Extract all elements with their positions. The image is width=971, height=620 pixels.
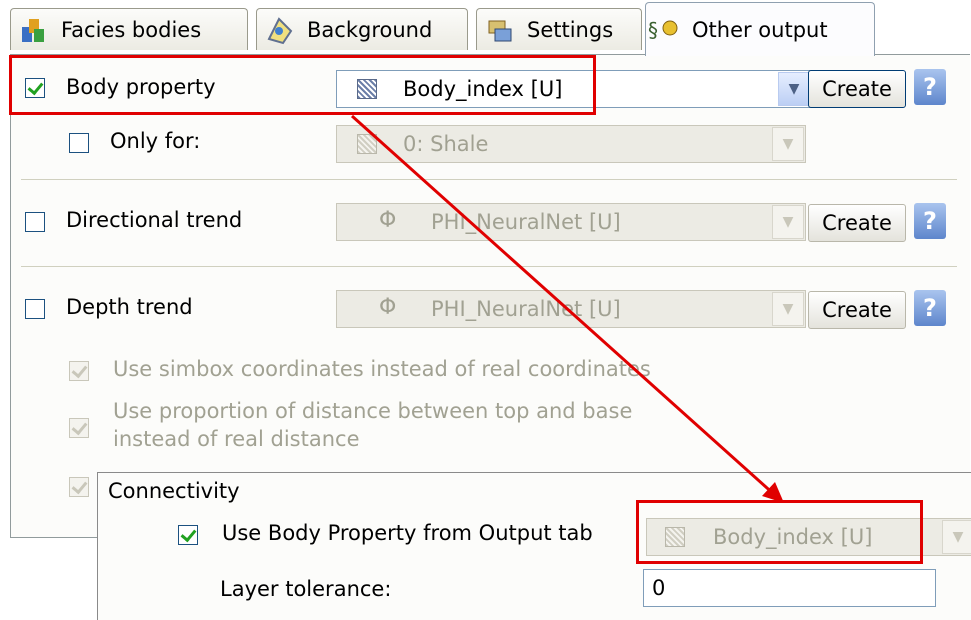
facies-code-icon xyxy=(357,134,377,154)
tab-label: Background xyxy=(307,17,433,42)
depth-trend-label: Depth trend xyxy=(66,295,193,319)
connectivity-body-highlight xyxy=(636,500,923,564)
tab-label: Other output xyxy=(692,17,828,42)
body-property-create-button[interactable]: Create xyxy=(808,70,906,108)
depth-trend-value: PHI_NeuralNet [U] xyxy=(431,297,621,321)
other-output-panel: Body property Body_index [U] ▼ Create ? … xyxy=(10,54,970,538)
directional-trend-checkbox[interactable] xyxy=(25,212,45,232)
simbox-coordinates-label: Use simbox coordinates instead of real c… xyxy=(113,357,651,381)
layer-tolerance-input[interactable]: 0 xyxy=(643,569,936,607)
divider xyxy=(21,266,957,267)
directional-trend-label: Directional trend xyxy=(66,208,243,232)
settings-icon xyxy=(485,15,515,45)
simbox-coordinates-checkbox[interactable] xyxy=(69,361,89,381)
tab-settings[interactable]: Settings xyxy=(476,8,642,50)
proportion-distance-checkbox[interactable] xyxy=(69,418,89,438)
svg-text:§: § xyxy=(648,18,658,42)
only-for-select[interactable]: 0: Shale ▼ xyxy=(336,125,806,163)
help-icon[interactable]: ? xyxy=(914,69,946,105)
option-checkbox[interactable] xyxy=(69,477,89,497)
depth-trend-select[interactable]: Φ PHI_NeuralNet [U] ▼ xyxy=(336,290,806,328)
chevron-down-icon[interactable]: ▼ xyxy=(772,292,804,326)
use-body-property-checkbox[interactable] xyxy=(178,525,198,545)
proportion-distance-label-line2: instead of real distance xyxy=(113,427,360,451)
directional-trend-value: PHI_NeuralNet [U] xyxy=(431,210,621,234)
tab-label: Facies bodies xyxy=(61,17,202,42)
tab-other-output[interactable]: § Other output xyxy=(645,2,875,56)
tab-facies-bodies[interactable]: Facies bodies xyxy=(10,8,248,50)
proportion-distance-label-line1: Use proportion of distance between top a… xyxy=(113,399,633,423)
help-icon[interactable]: ? xyxy=(914,290,946,326)
continuous-property-icon: Φ xyxy=(379,295,397,320)
tab-background[interactable]: Background xyxy=(256,8,468,50)
depth-trend-checkbox[interactable] xyxy=(25,299,45,319)
connectivity-title: Connectivity xyxy=(108,479,240,503)
chevron-down-icon[interactable]: ▼ xyxy=(772,205,804,239)
chevron-down-icon[interactable]: ▼ xyxy=(772,127,804,161)
depth-trend-create-button[interactable]: Create xyxy=(808,291,906,329)
background-icon xyxy=(265,15,295,45)
layer-tolerance-label: Layer tolerance: xyxy=(220,577,392,601)
only-for-label: Only for: xyxy=(110,129,201,153)
facies-bodies-icon xyxy=(19,15,49,45)
only-for-checkbox[interactable] xyxy=(69,133,89,153)
directional-trend-create-button[interactable]: Create xyxy=(808,204,906,242)
directional-trend-select[interactable]: Φ PHI_NeuralNet [U] ▼ xyxy=(336,203,806,241)
body-property-highlight xyxy=(9,55,596,115)
tab-bar: Facies bodies Background Settings § Othe… xyxy=(0,0,971,62)
chevron-down-icon[interactable]: ▼ xyxy=(778,72,810,106)
chevron-down-icon[interactable]: ▼ xyxy=(942,520,971,554)
continuous-property-icon: Φ xyxy=(379,208,397,233)
only-for-value: 0: Shale xyxy=(403,132,489,156)
help-icon[interactable]: ? xyxy=(914,203,946,239)
other-output-icon: § xyxy=(648,15,678,45)
use-body-property-label: Use Body Property from Output tab xyxy=(222,521,593,545)
tab-label: Settings xyxy=(527,17,614,42)
divider xyxy=(21,179,957,180)
